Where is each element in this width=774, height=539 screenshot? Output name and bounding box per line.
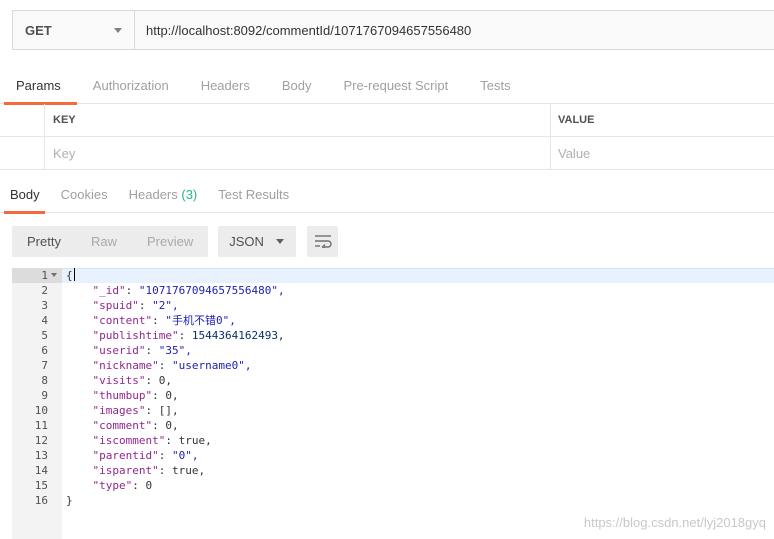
line-number: 14 <box>34 464 48 477</box>
code-text: "iscomment": true, <box>92 434 212 447</box>
tab-headers[interactable]: Headers <box>185 70 266 104</box>
code-line: 1{ <box>12 268 774 283</box>
chevron-down-icon <box>276 238 285 244</box>
chevron-down-icon <box>114 27 122 33</box>
code-line: 9 "thumbup": 0, <box>12 388 774 403</box>
url-input[interactable]: http://localhost:8092/commentId/10717670… <box>135 11 774 49</box>
code-line: 2 "_id": "1071767094657556480", <box>12 283 774 298</box>
code-text: "spuid": "2", <box>92 299 179 312</box>
method-select[interactable]: GET <box>13 11 135 49</box>
format-label: JSON <box>229 233 264 249</box>
params-table: KEY VALUE Key Value <box>0 104 774 170</box>
tab-authorization[interactable]: Authorization <box>77 70 185 104</box>
wrap-lines-icon <box>314 235 332 248</box>
line-number: 13 <box>34 449 48 462</box>
fold-toggle-icon[interactable] <box>51 273 57 277</box>
method-label: GET <box>25 22 52 38</box>
tab-cookies[interactable]: Cookies <box>51 178 116 213</box>
line-number: 4 <box>41 314 48 327</box>
code-text: "userid": "35", <box>92 344 192 357</box>
code-text: "comment": 0, <box>92 419 179 432</box>
code-line: 10 "images": [], <box>12 403 774 418</box>
key-column-header: KEY <box>53 114 76 126</box>
code-text: "nickname": "username0", <box>92 359 252 372</box>
line-number: 7 <box>41 359 48 372</box>
view-mode-group: Pretty Raw Preview <box>12 225 209 257</box>
code-line: 11 "comment": 0, <box>12 418 774 433</box>
code-line: 8 "visits": 0, <box>12 373 774 388</box>
tab-pre-request-script[interactable]: Pre-request Script <box>327 70 464 104</box>
row-checkbox[interactable] <box>0 137 45 169</box>
line-number: 1 <box>41 269 48 282</box>
line-number: 16 <box>34 494 48 507</box>
line-number: 15 <box>34 479 48 492</box>
line-number: 11 <box>34 419 48 432</box>
checkbox-column <box>0 104 45 136</box>
line-number: 12 <box>34 434 48 447</box>
format-select[interactable]: JSON <box>218 225 297 257</box>
tab-response-headers[interactable]: Headers (3) <box>119 178 206 213</box>
code-text: "parentid": "0", <box>92 449 199 462</box>
code-text: "visits": 0, <box>92 374 172 387</box>
line-number: 10 <box>34 404 48 417</box>
code-line: 13 "parentid": "0", <box>12 448 774 463</box>
line-number: 2 <box>41 284 48 297</box>
line-number: 3 <box>41 299 48 312</box>
code-line: 6 "userid": "35", <box>12 343 774 358</box>
value-input[interactable]: Value <box>551 137 774 169</box>
value-column-header: VALUE <box>558 114 595 126</box>
response-toolbar: Pretty Raw Preview JSON <box>12 225 339 257</box>
request-tabs: Params Authorization Headers Body Pre-re… <box>0 70 774 105</box>
code-line: 16} <box>12 493 774 508</box>
line-number: 5 <box>41 329 48 342</box>
code-text: "isparent": true, <box>92 464 206 477</box>
code-line: 15 "type": 0 <box>12 478 774 493</box>
response-headers-label: Headers <box>128 187 178 202</box>
code-line: 12 "iscomment": true, <box>12 433 774 448</box>
wrap-lines-button[interactable] <box>307 225 339 257</box>
code-text: "thumbup": 0, <box>92 389 179 402</box>
headers-count-badge: (3) <box>181 187 198 202</box>
params-header-row: KEY VALUE <box>0 104 774 137</box>
preview-button[interactable]: Preview <box>132 226 208 257</box>
tab-tests[interactable]: Tests <box>464 70 526 104</box>
code-line: 5 "publishtime": 1544364162493, <box>12 328 774 343</box>
code-text: "_id": "1071767094657556480", <box>92 284 285 297</box>
code-text: "images": [], <box>92 404 179 417</box>
request-url-bar: GET http://localhost:8092/commentId/1071… <box>12 10 774 50</box>
code-line: 3 "spuid": "2", <box>12 298 774 313</box>
tab-response-body[interactable]: Body <box>0 178 48 214</box>
response-tabs: Body Cookies Headers (3) Test Results <box>0 178 774 214</box>
tab-params[interactable]: Params <box>0 70 77 105</box>
pretty-button[interactable]: Pretty <box>12 226 76 257</box>
code-line: 14 "isparent": true, <box>12 463 774 478</box>
tab-body[interactable]: Body <box>266 70 328 104</box>
code-line: 4 "content": "手机不错0", <box>12 313 774 328</box>
code-text: "publishtime": 1544364162493, <box>92 329 285 342</box>
code-text: "type": 0 <box>92 479 153 492</box>
key-input[interactable]: Key <box>45 137 551 169</box>
tab-test-results[interactable]: Test Results <box>208 178 297 213</box>
code-line: 7 "nickname": "username0", <box>12 358 774 373</box>
line-number: 6 <box>41 344 48 357</box>
code-text: "content": "手机不错0", <box>92 314 236 327</box>
line-number: 8 <box>41 374 48 387</box>
raw-button[interactable]: Raw <box>76 226 132 257</box>
watermark: https://blog.csdn.net/lyj2018gyq <box>583 515 766 530</box>
params-empty-row: Key Value <box>0 137 774 170</box>
line-number: 9 <box>41 389 48 402</box>
code-text: { <box>66 268 75 282</box>
code-text: } <box>66 494 73 507</box>
response-body-editor[interactable]: 1{2 "_id": "1071767094657556480", 3 "spui… <box>12 268 774 539</box>
